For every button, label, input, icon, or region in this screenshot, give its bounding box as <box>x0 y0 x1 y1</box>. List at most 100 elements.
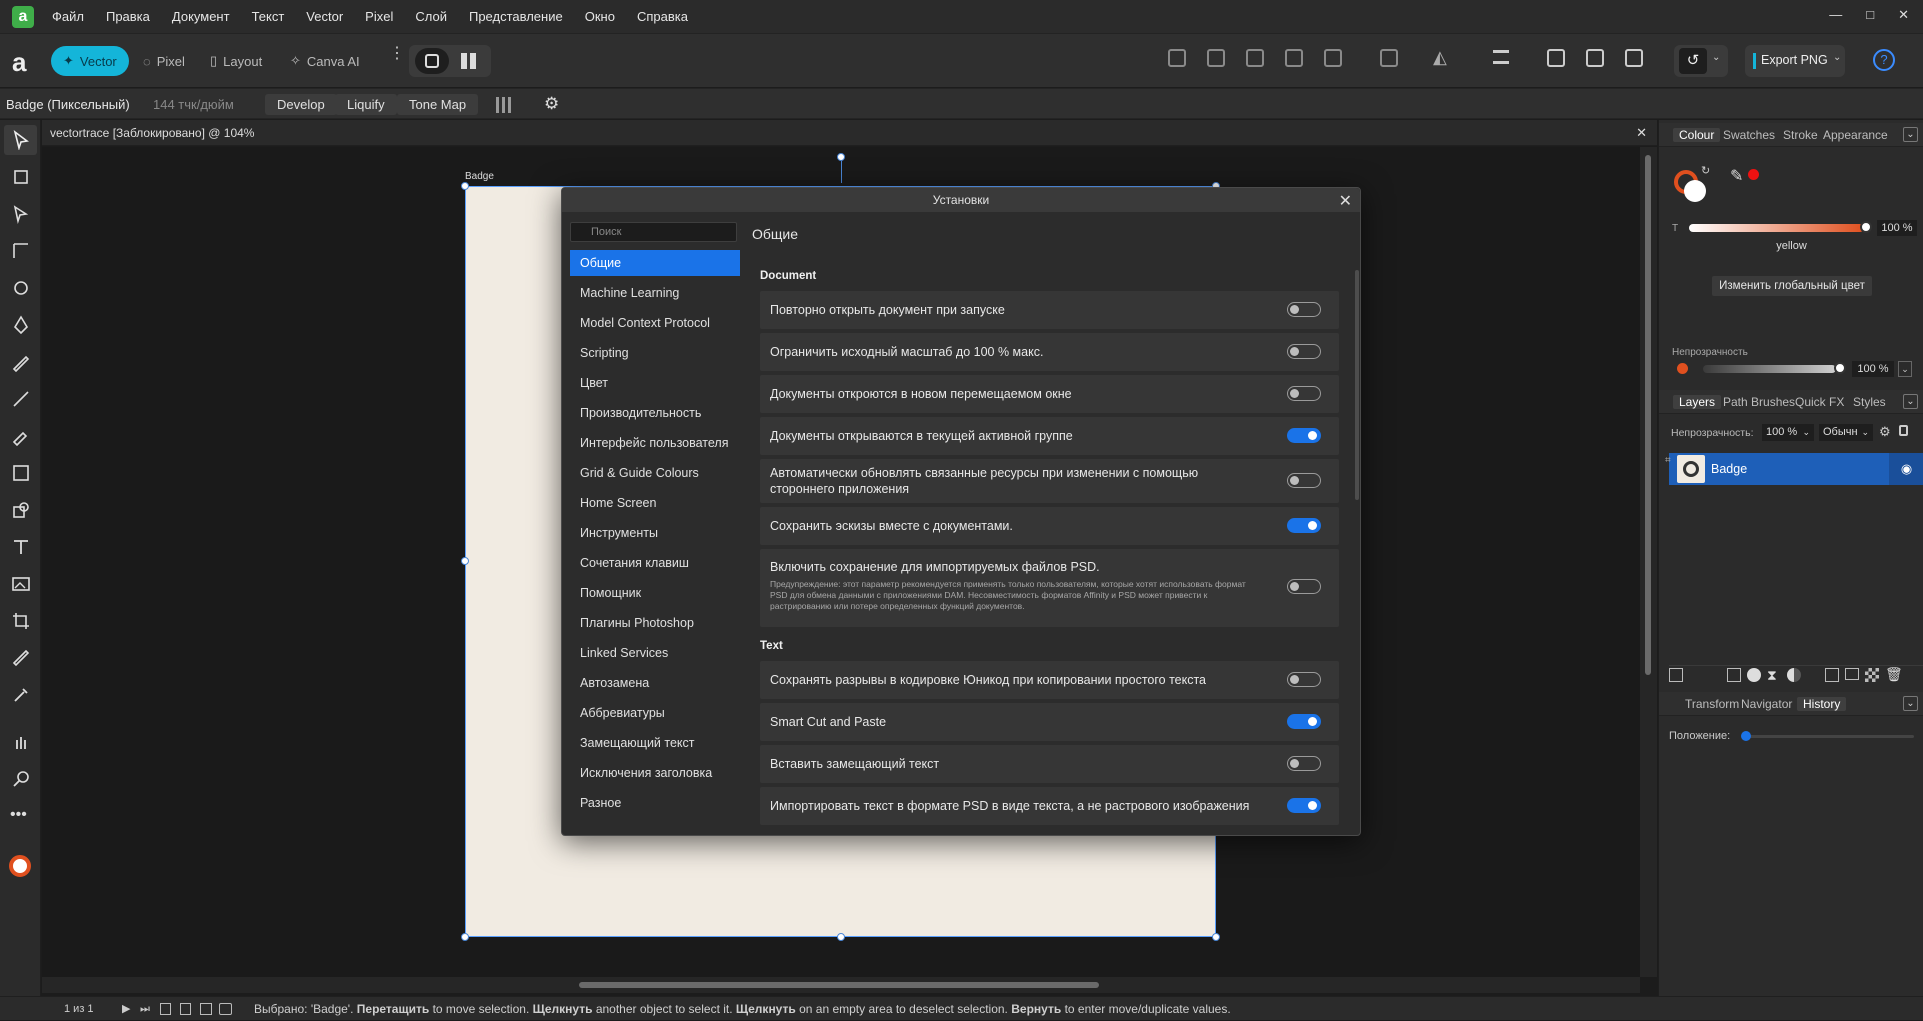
persona-canva-ai[interactable]: ✧ Canva AI <box>278 46 372 76</box>
history-slider[interactable] <box>1744 735 1914 738</box>
duplicate-page-icon[interactable] <box>200 1003 212 1015</box>
image-tool-icon[interactable] <box>11 574 31 594</box>
nav-photoshop-plugins[interactable]: Плагины Photoshop <box>570 610 740 636</box>
flip-icon[interactable]: ◭ <box>1433 47 1447 68</box>
persona-pixel[interactable]: ◌ Pixel <box>131 46 197 76</box>
tab-history[interactable]: History <box>1797 697 1847 711</box>
nav-abbreviations[interactable]: Аббревиатуры <box>570 700 740 726</box>
mask-icon[interactable] <box>1747 668 1761 682</box>
chevron-down-icon[interactable]: ⌄ <box>1903 127 1918 142</box>
close-dialog-icon[interactable]: ✕ <box>1339 191 1352 211</box>
swap-colours-icon[interactable]: ↻ <box>1701 164 1710 177</box>
toggle-psd-save[interactable] <box>1287 579 1321 594</box>
menu-text[interactable]: Текст <box>252 9 285 24</box>
nav-performance[interactable]: Производительность <box>570 400 740 426</box>
nav-title-exceptions[interactable]: Исключения заголовка <box>570 760 740 786</box>
nav-grid-guide-colours[interactable]: Grid & Guide Colours <box>570 460 740 486</box>
menu-layer[interactable]: Слой <box>415 9 447 24</box>
chevron-down-icon[interactable]: ⌄ <box>1898 361 1912 377</box>
menu-pixel[interactable]: Pixel <box>365 9 393 24</box>
tint-value[interactable]: 100 % <box>1877 220 1917 236</box>
toggle-limit-zoom[interactable] <box>1287 344 1321 359</box>
toggle-reopen-documents[interactable] <box>1287 302 1321 317</box>
boolean-divide-icon[interactable] <box>1324 49 1342 67</box>
tab-transform[interactable]: Transform <box>1685 697 1739 711</box>
adjustment-icon[interactable]: ⧗ <box>1767 667 1777 684</box>
history-slider-knob[interactable] <box>1741 731 1751 741</box>
dialog-scrollbar[interactable] <box>1355 270 1359 500</box>
rotation-handle[interactable] <box>837 153 845 161</box>
help-icon[interactable]: ? <box>1873 49 1895 71</box>
nav-home-screen[interactable]: Home Screen <box>570 490 740 516</box>
persona-vector[interactable]: ✦ Vector <box>51 46 129 76</box>
corner-tool-icon[interactable] <box>11 241 31 261</box>
more-tools-icon[interactable]: ••• <box>10 806 27 824</box>
nav-colour[interactable]: Цвет <box>570 370 740 396</box>
vertical-scroll-thumb[interactable] <box>1645 155 1651 675</box>
arrange-icon[interactable] <box>1825 668 1839 682</box>
artboard-tool-icon[interactable] <box>11 167 31 187</box>
tab-styles[interactable]: Styles <box>1853 395 1886 409</box>
measure-tool-icon[interactable] <box>11 648 31 668</box>
eyedropper-icon[interactable]: ✎ <box>1730 166 1743 186</box>
compound-icon[interactable] <box>1380 49 1398 67</box>
selection-handle[interactable] <box>837 933 845 941</box>
hand-tool-icon[interactable] <box>11 732 31 752</box>
move-tool-icon[interactable] <box>11 130 31 151</box>
nav-machine-learning[interactable]: Machine Learning <box>570 280 740 306</box>
lock-icon[interactable] <box>1899 425 1908 436</box>
nav-misc[interactable]: Разное <box>570 790 740 816</box>
liquify-button[interactable]: Liquify <box>335 94 397 115</box>
gear-icon[interactable]: ⚙ <box>1879 424 1891 440</box>
develop-button[interactable]: Develop <box>265 94 337 115</box>
boolean-intersect-icon[interactable] <box>1246 49 1264 67</box>
tone-map-button[interactable]: Tone Map <box>397 94 479 115</box>
nav-scripting[interactable]: Scripting <box>570 340 740 366</box>
global-colour-button[interactable]: Изменить глобальный цвет <box>1712 276 1872 296</box>
affinity-app-icon[interactable]: a <box>12 47 26 78</box>
boolean-subtract-icon[interactable] <box>1207 49 1225 67</box>
nav-linked-services[interactable]: Linked Services <box>570 640 740 666</box>
pencil-tool-icon[interactable] <box>11 352 31 373</box>
menu-file[interactable]: Файл <box>52 9 84 24</box>
tab-appearance[interactable]: Appearance <box>1823 128 1888 142</box>
tab-navigator[interactable]: Navigator <box>1741 697 1792 711</box>
gear-icon[interactable]: ⚙ <box>544 94 559 114</box>
tab-layers[interactable]: Layers <box>1673 395 1722 409</box>
selection-handle[interactable] <box>1212 933 1220 941</box>
tab-stroke[interactable]: Stroke <box>1783 128 1818 142</box>
opacity-slider[interactable] <box>1703 365 1836 373</box>
zoom-tool-icon[interactable] <box>11 769 31 789</box>
fill-tool-icon[interactable] <box>11 426 31 447</box>
menu-window[interactable]: Окно <box>585 9 615 24</box>
document-tab[interactable]: vectortrace [Заблокировано] @ 104% ✕ <box>42 120 1657 146</box>
shape-tool-icon[interactable] <box>11 500 31 520</box>
expand-icon[interactable]: ⌗ <box>1665 455 1671 466</box>
boolean-add-icon[interactable] <box>1168 49 1186 67</box>
menu-help[interactable]: Справка <box>637 9 688 24</box>
tab-quick-fx[interactable]: Quick FX <box>1795 395 1844 409</box>
chevron-down-icon[interactable]: ⌄ <box>1903 696 1918 711</box>
menu-vector[interactable]: Vector <box>306 9 343 24</box>
tab-path-brushes[interactable]: Path Brushes <box>1723 395 1795 409</box>
rectangle-tool-icon[interactable] <box>11 463 31 483</box>
minimize-icon[interactable]: — <box>1829 7 1842 23</box>
selection-handle[interactable] <box>461 557 469 565</box>
nav-general[interactable]: Общие <box>570 250 740 276</box>
nav-shortcuts[interactable]: Сочетания клавиш <box>570 550 740 576</box>
opacity-value[interactable]: 100 % <box>1852 361 1894 377</box>
menu-edit[interactable]: Правка <box>106 9 150 24</box>
nav-placeholder-text[interactable]: Замещающий текст <box>570 730 740 756</box>
chevron-down-icon[interactable]: ⌄ <box>1903 394 1918 409</box>
trash-icon[interactable]: 🗑 <box>1885 666 1903 683</box>
tint-slider-knob[interactable] <box>1860 221 1872 233</box>
first-page-icon[interactable] <box>48 997 62 1021</box>
edit-layer-icon[interactable] <box>1669 668 1683 682</box>
next-page-icon[interactable]: ▶ <box>122 997 130 1021</box>
search-input[interactable]: Поиск <box>570 222 737 242</box>
layer-row-badge[interactable]: ⌗ Badge ◉ <box>1665 453 1923 485</box>
tab-swatches[interactable]: Swatches <box>1723 128 1775 142</box>
menu-view[interactable]: Представление <box>469 9 563 24</box>
export-png-button[interactable]: Export PNG ⌄ <box>1745 45 1845 77</box>
layer-opacity-input[interactable]: 100 % ⌄ <box>1762 424 1814 441</box>
